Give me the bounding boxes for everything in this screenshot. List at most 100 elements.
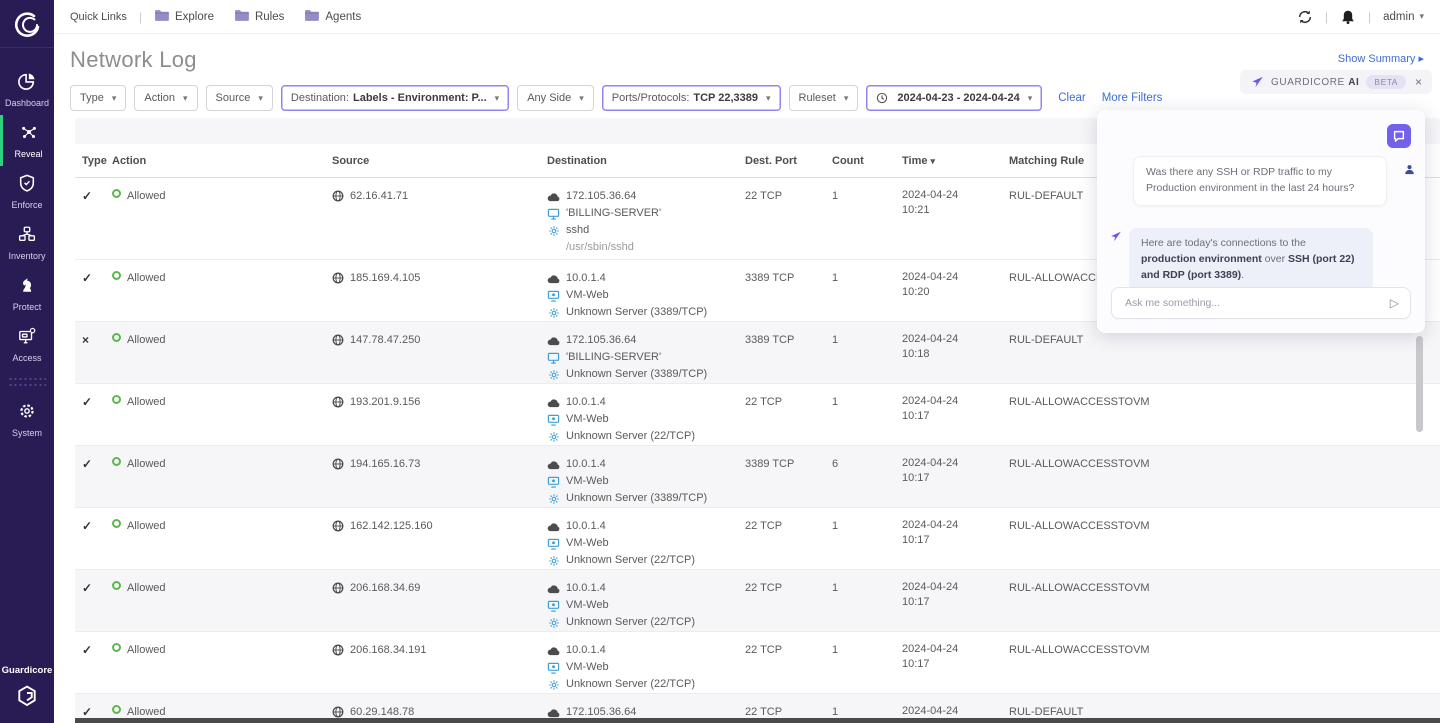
guardicore-logo[interactable] [0, 0, 54, 48]
sidebar-brand-label: Guardicore [0, 665, 54, 676]
clear-filters-link[interactable]: Clear [1058, 92, 1085, 104]
column-header-count[interactable]: Count [825, 155, 895, 167]
vertical-scrollbar-thumb[interactable] [1416, 336, 1423, 432]
filter-chip-label: Source [216, 92, 251, 104]
cell-dest-port: 3389 TCP [738, 260, 825, 321]
column-header-destination[interactable]: Destination [540, 155, 738, 167]
topbar: Quick Links | ExploreRulesAgents | [54, 0, 1440, 34]
topbar-link-explore[interactable]: Explore [154, 9, 214, 24]
sidebar-item-protect[interactable]: Protect [0, 268, 54, 319]
filter-chip-4[interactable]: Any Side▾ [517, 85, 594, 111]
cell-destination: 10.0.1.4VM-WebUnknown Server (22/TCP) [540, 632, 738, 693]
chat-bubble-icon [1392, 129, 1406, 143]
destination-text: Unknown Server (3389/TCP) [566, 366, 707, 383]
allowed-status-icon [112, 581, 121, 590]
cell-destination: 10.0.1.4VM-WebUnknown Server (22/TCP) [540, 570, 738, 631]
topbar-link-rules[interactable]: Rules [234, 9, 284, 24]
filter-chip-6[interactable]: Ruleset▾ [789, 85, 859, 111]
filter-chip-2[interactable]: Source▾ [206, 85, 273, 111]
vm-icon [547, 414, 560, 426]
allowed-status-icon [112, 395, 121, 404]
column-header-type[interactable]: Type [75, 155, 105, 167]
destination-text: 'BILLING-SERVER' [566, 205, 661, 222]
cell-dest-port: 22 TCP [738, 508, 825, 569]
table-row[interactable]: ✓Allowed206.168.34.19110.0.1.4VM-WebUnkn… [75, 632, 1440, 694]
column-header-action[interactable]: Action [105, 155, 325, 167]
show-summary-link[interactable]: Show Summary ▸ [1338, 52, 1424, 65]
cell-matching-rule: RUL-ALLOWACCESSTOVM [1002, 384, 1440, 445]
column-header-time[interactable]: Time▾ [895, 155, 1002, 167]
notifications-bell-icon[interactable] [1340, 9, 1356, 25]
folder-icon [304, 9, 319, 24]
table-row[interactable]: ✓Allowed193.201.9.15610.0.1.4VM-WebUnkno… [75, 384, 1440, 446]
table-row[interactable]: ✓Allowed162.142.125.16010.0.1.4VM-WebUnk… [75, 508, 1440, 570]
filter-chip-0[interactable]: Type▾ [70, 85, 126, 111]
destination-line: Unknown Server (3389/TCP) [547, 304, 732, 321]
cell-type: ✓ [75, 260, 105, 321]
sidebar-item-reveal[interactable]: Reveal [0, 115, 54, 166]
column-header-source[interactable]: Source [325, 155, 540, 167]
cell-count: 1 [825, 322, 895, 383]
cell-action: Allowed [105, 508, 325, 569]
destination-line: 10.0.1.4 [547, 518, 732, 535]
ai-panel-button[interactable] [1387, 124, 1411, 148]
destination-text: sshd [566, 222, 589, 239]
filter-chip-7[interactable]: 2024-04-23 - 2024-04-24▾ [866, 85, 1042, 111]
destination-text: Unknown Server (22/TCP) [566, 676, 695, 693]
chevron-down-icon: ▾ [183, 93, 188, 104]
destination-text: 172.105.36.64 [566, 188, 636, 205]
ask-input[interactable] [1123, 296, 1390, 310]
refresh-icon[interactable] [1297, 9, 1313, 25]
source-ip: 193.201.9.156 [350, 394, 420, 411]
filter-chip-5[interactable]: Ports/Protocols:TCP 22,3389▾ [602, 85, 781, 111]
service-icon [547, 225, 560, 237]
destination-text: VM-Web [566, 659, 609, 676]
quick-links[interactable]: Quick Links [70, 11, 127, 23]
sidebar-item-label: Protect [13, 302, 42, 312]
cell-type: ✓ [75, 632, 105, 693]
action-label: Allowed [127, 332, 166, 349]
send-icon[interactable]: ▷ [1390, 296, 1399, 310]
sidebar-item-inventory[interactable]: Inventory [0, 217, 54, 268]
destination-text: 10.0.1.4 [566, 456, 606, 473]
user-menu[interactable]: admin ▾ [1383, 11, 1424, 23]
ai-message-segment: production environment [1141, 253, 1262, 265]
close-icon[interactable]: × [1415, 75, 1422, 89]
destination-line: VM-Web [547, 473, 732, 490]
filter-chip-3[interactable]: Destination:Labels - Environment: P...▾ [281, 85, 509, 111]
guardicore-ai-chip[interactable]: GUARDICORE AI BETA × [1240, 70, 1432, 94]
globe-icon [332, 642, 344, 662]
cloud-icon [547, 192, 560, 202]
sidebar-item-enforce[interactable]: Enforce [0, 166, 54, 217]
time-hour: 10:17 [902, 533, 996, 548]
action-label: Allowed [127, 518, 166, 535]
table-row[interactable]: ✓Allowed194.165.16.7310.0.1.4VM-WebUnkno… [75, 446, 1440, 508]
source-ip: 185.169.4.105 [350, 270, 420, 287]
cell-dest-port: 3389 TCP [738, 446, 825, 507]
more-filters-link[interactable]: More Filters [1102, 92, 1163, 104]
ai-message-segment: Here are today's connections to the [1141, 237, 1306, 249]
user-message: Was there any SSH or RDP traffic to my P… [1133, 156, 1387, 206]
vm-icon [547, 600, 560, 612]
sidebar-item-dashboard[interactable]: Dashboard [0, 64, 54, 115]
sidebar-item-system[interactable]: System [0, 394, 54, 445]
cell-type: ✓ [75, 446, 105, 507]
table-row[interactable]: ✓Allowed206.168.34.6910.0.1.4VM-WebUnkno… [75, 570, 1440, 632]
column-header-dest-port[interactable]: Dest. Port [738, 155, 825, 167]
filter-chip-value: 2024-04-23 - 2024-04-24 [897, 92, 1019, 104]
destination-line: 172.105.36.64 [547, 188, 732, 205]
sort-arrow-icon: ▾ [930, 156, 935, 166]
chevron-down-icon: ▾ [766, 93, 771, 104]
cell-action: Allowed [105, 570, 325, 631]
sidebar-item-access[interactable]: Access [0, 319, 54, 370]
source-ip: 194.165.16.73 [350, 456, 420, 473]
chevron-down-icon: ▾ [112, 93, 117, 104]
horizontal-scrollbar[interactable] [75, 718, 1440, 723]
topbar-link-agents[interactable]: Agents [304, 9, 361, 24]
time-hour: 10:21 [902, 203, 996, 218]
cloud-icon [547, 522, 560, 532]
allowed-status-icon [112, 333, 121, 342]
chevron-down-icon: ▾ [1419, 11, 1424, 22]
time-date: 2024-04-24 [902, 580, 996, 595]
filter-chip-1[interactable]: Action▾ [134, 85, 197, 111]
